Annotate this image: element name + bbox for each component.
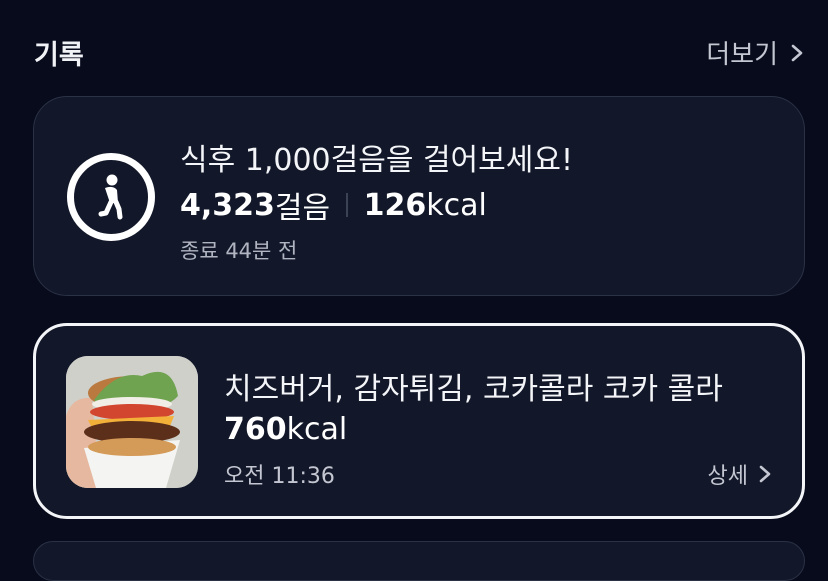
more-link[interactable]: 더보기 bbox=[706, 34, 806, 71]
meal-kcal-value: 760 bbox=[224, 412, 287, 447]
burger-image bbox=[66, 356, 198, 488]
meal-name: 치즈버거, 감자튀김, 코카콜라 코카 콜라 bbox=[224, 372, 723, 407]
chevron-right-icon bbox=[791, 44, 803, 61]
steps-kcal-unit: kcal bbox=[426, 187, 487, 223]
steps-stats: 4,323 걸음 126 kcal bbox=[180, 183, 487, 227]
steps-prompt: 식후 1,000걸음을 걸어보세요! bbox=[180, 143, 573, 178]
records-section-header: 기록 더보기 bbox=[0, 0, 828, 100]
burger-photo bbox=[66, 356, 198, 488]
more-label: 더보기 bbox=[706, 40, 778, 70]
section-title: 기록 bbox=[34, 40, 84, 71]
meal-kcal-unit: kcal bbox=[286, 412, 348, 447]
detail-button[interactable]: 상세 bbox=[708, 458, 774, 490]
meal-time: 오전 11:36 bbox=[224, 464, 335, 489]
meal-card[interactable]: 치즈버거, 감자튀김, 코카콜라 코카 콜라 760kcal 오전 11:36 … bbox=[33, 323, 805, 519]
walking-person-icon bbox=[67, 153, 155, 241]
steps-kcal-value: 126 bbox=[363, 187, 427, 223]
steps-unit: 걸음 bbox=[274, 191, 331, 226]
steps-count: 4,323 bbox=[180, 187, 275, 223]
steps-card[interactable]: 식후 1,000걸음을 걸어보세요! 4,323 걸음 126 kcal 종료 … bbox=[33, 96, 805, 296]
meal-kcal: 760kcal bbox=[224, 412, 347, 447]
next-record-card[interactable] bbox=[33, 541, 805, 581]
chevron-right-icon bbox=[759, 465, 771, 483]
walker-glyph bbox=[98, 174, 123, 220]
detail-label: 상세 bbox=[707, 464, 748, 489]
stat-divider bbox=[346, 193, 348, 217]
steps-ended-time: 종료 44분 전 bbox=[180, 239, 298, 263]
